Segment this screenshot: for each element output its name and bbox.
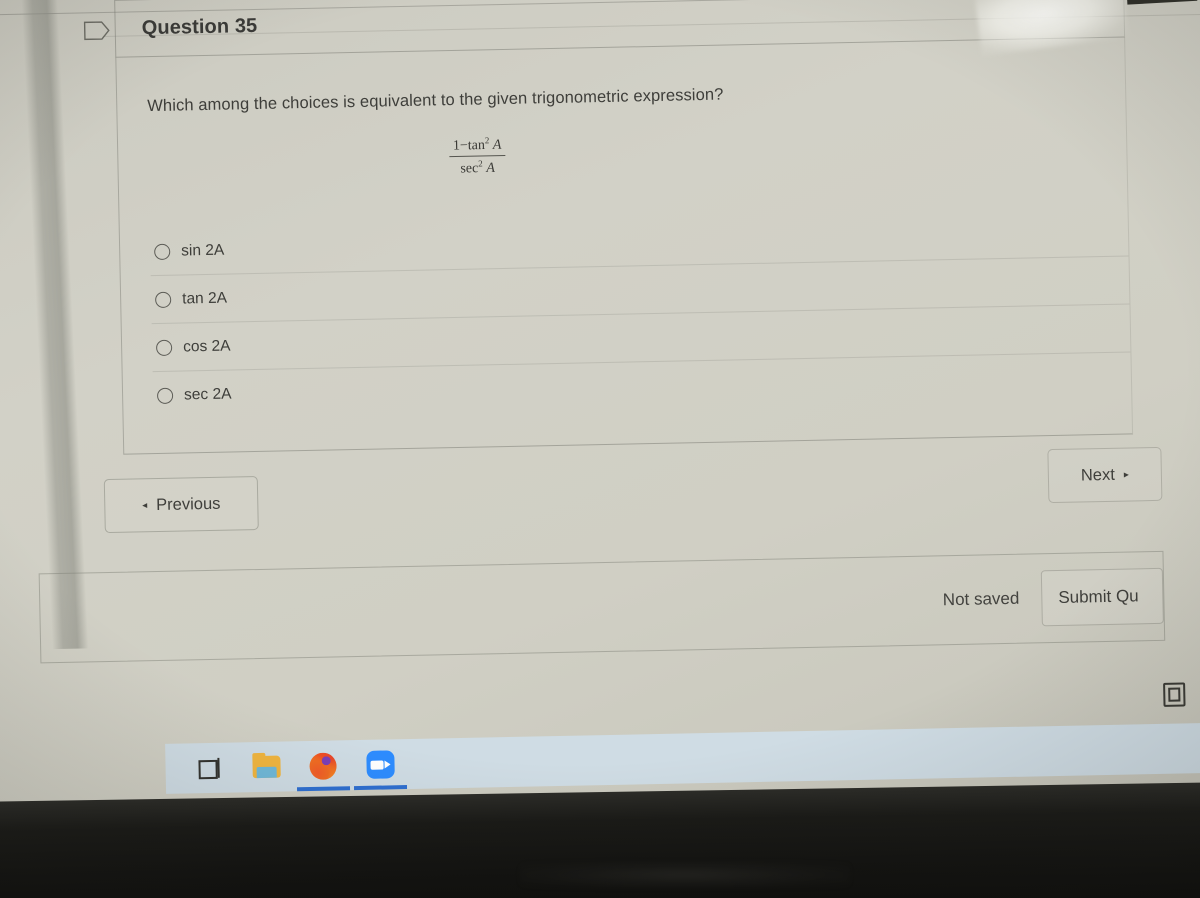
question-card: Question 35 Which among the choices is e… (83, 0, 1134, 455)
formula-container: 1−tan2 A sec2 A (148, 122, 1127, 184)
question-body: Which among the choices is equivalent to… (115, 37, 1134, 455)
question-number-label: Question 35 (141, 14, 258, 39)
fraction-denominator: sec2 A (460, 158, 495, 177)
flag-tag-icon[interactable] (83, 21, 110, 41)
submit-quiz-button[interactable]: Submit Qu (1040, 567, 1164, 627)
radio-button-icon[interactable] (155, 339, 173, 356)
screenshot-root: ❯ Question 35 Which among the choices is… (0, 0, 1200, 898)
answer-choice-label: cos 2A (182, 337, 231, 356)
radio-button-icon[interactable] (155, 291, 172, 308)
right-arrow-icon: ▸ (1123, 469, 1129, 481)
radio-button-icon[interactable] (156, 387, 174, 404)
fraction-numerator: 1−tan2 A (448, 134, 506, 158)
screen-share-indicator-icon[interactable] (1163, 682, 1186, 707)
taskbar-item-zoom[interactable] (351, 739, 409, 790)
taskbar-spacer (165, 744, 181, 794)
zoom-camera-icon (365, 750, 395, 779)
next-question-button[interactable]: Next ▸ (1047, 446, 1163, 504)
submit-quiz-label: Submit Qu (1058, 586, 1139, 607)
answer-choice-label: tan 2A (181, 289, 228, 308)
task-view-icon (197, 757, 220, 780)
taskbar-item-file-explorer[interactable] (237, 741, 295, 792)
taskbar-item-task-view[interactable] (180, 742, 238, 793)
previous-button-label: Previous (156, 494, 221, 514)
next-button-label: Next (1080, 465, 1116, 484)
taskbar-item-firefox[interactable] (294, 740, 352, 791)
laptop-screen: ❯ Question 35 Which among the choices is… (0, 0, 1200, 819)
answer-choice-list: sin 2A tan 2A cos 2A sec 2A (149, 208, 1132, 420)
laptop-bezel-highlight (520, 862, 850, 888)
save-status-label: Not saved (942, 588, 1020, 610)
left-arrow-icon: ◂ (142, 499, 148, 511)
firefox-icon (309, 751, 337, 780)
folder-icon (251, 752, 281, 779)
question-prompt: Which among the choices is equivalent to… (147, 85, 724, 116)
radio-button-icon[interactable] (154, 243, 171, 260)
answer-choice-label: sec 2A (183, 385, 232, 404)
answer-choice-label: sin 2A (181, 241, 225, 260)
trig-fraction: 1−tan2 A sec2 A (448, 134, 506, 178)
previous-question-button[interactable]: ◂ Previous (103, 475, 259, 534)
